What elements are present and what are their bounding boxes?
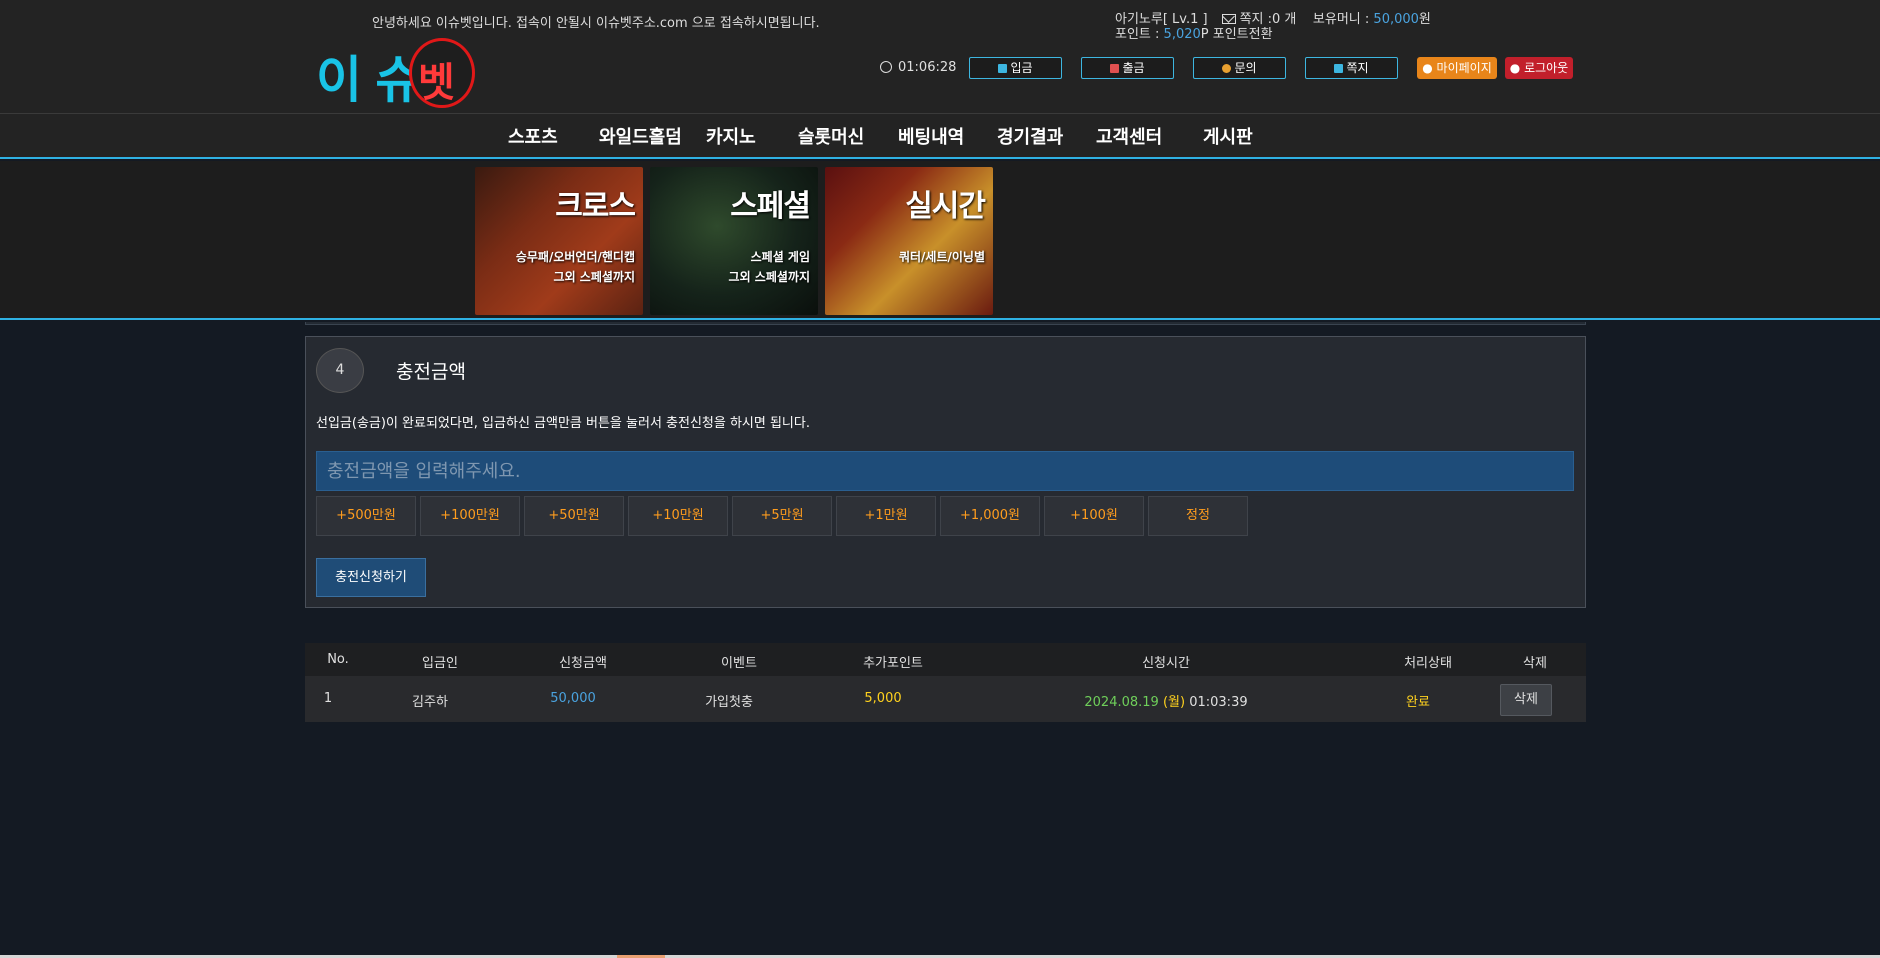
logout-button-label: 로그아웃 — [1524, 61, 1569, 75]
nav-results[interactable]: 경기결과 — [997, 123, 1063, 149]
logo-circle-text: 벳 — [418, 60, 455, 106]
memo-button-label: 쪽지 — [1346, 61, 1369, 75]
amount-button-5m[interactable]: +500만원 — [316, 496, 416, 536]
charge-panel: 4 충전금액 선입금(송금)이 완료되었다면, 입금하신 금액만큼 버튼을 눌러… — [305, 336, 1586, 608]
cell-request-time: 2024.08.19 (월) 01:03:39 — [1084, 691, 1247, 710]
cell-time: 01:03:39 — [1189, 695, 1248, 710]
deposit-button-label: 입금 — [1010, 61, 1033, 75]
banner-area: 크로스 승무패/오버언더/핸디캡 그외 스페셜까지 스페셜 스페셜 게임 그외 스페… — [0, 161, 1880, 320]
clock-icon — [880, 61, 892, 73]
step-number: 4 — [316, 348, 364, 393]
amount-button-100k[interactable]: +10만원 — [628, 496, 728, 536]
nav-support[interactable]: 고객센터 — [1096, 123, 1162, 149]
memo-button[interactable]: 쪽지 — [1305, 57, 1398, 79]
site-logo[interactable]: 이 슈 벳 — [316, 36, 476, 109]
col-delete: 삭제 — [1523, 656, 1547, 671]
nav-sports[interactable]: 스포츠 — [508, 123, 558, 149]
top-header: 안녕하세요 이슈벳입니다. 접속이 안될시 이슈벳주소.com 으로 접속하시면… — [0, 0, 1880, 114]
money-label: 보유머니 : — [1312, 12, 1370, 27]
cell-depositor: 김주하 — [412, 695, 448, 710]
col-depositor: 입금인 — [422, 656, 458, 671]
section-divider — [305, 322, 1586, 325]
cell-amount: 50,000 — [550, 691, 596, 706]
nav-wild-holdem[interactable]: 와일드홀덤 — [599, 123, 682, 149]
cell-date: 2024.08.19 — [1084, 695, 1159, 710]
col-bonus: 추가포인트 — [863, 656, 923, 671]
clock-time: 01:06:28 — [898, 60, 957, 75]
main-nav: 스포츠 와일드홀덤 카지노 슬롯머신 베팅내역 경기결과 고객센터 게시판 — [0, 114, 1880, 159]
memo-count[interactable]: 쪽지 :0 개 — [1240, 12, 1297, 27]
banner-cross[interactable]: 크로스 승무패/오버언더/핸디캡 그외 스페셜까지 — [475, 167, 643, 315]
cell-bonus: 5,000 — [864, 691, 902, 706]
money-value: 50,000 — [1373, 12, 1419, 27]
server-clock: 01:06:28 — [880, 60, 956, 75]
logo-text: 이 슈 — [316, 51, 421, 109]
cell-weekday: (월) — [1162, 695, 1186, 710]
inquiry-button[interactable]: 문의 — [1193, 57, 1286, 79]
user-info: 아기노루[ Lv.1 ] 쪽지 :0 개 보유머니 : 50,000원 포인트 :… — [1115, 12, 1431, 42]
charge-history-table: No. 입금인 신청금액 이벤트 추가포인트 신청시간 처리상태 삭제 1 김주… — [305, 643, 1586, 722]
point-label: 포인트 : — [1115, 27, 1160, 42]
panel-title: 충전금액 — [396, 361, 466, 383]
banner-special[interactable]: 스페셜 스페셜 게임 그외 스페셜까지 — [650, 167, 818, 315]
banner-live[interactable]: 실시간 쿼터/세트/이닝별 — [825, 167, 993, 315]
logout-button[interactable]: ● 로그아웃 — [1505, 57, 1573, 79]
point-value: 5,020 — [1163, 27, 1201, 42]
nav-bet-history[interactable]: 베팅내역 — [898, 123, 964, 149]
mypage-button[interactable]: ● 마이페이지 — [1417, 57, 1497, 79]
logo-circle: 벳 — [409, 38, 475, 108]
deposit-button[interactable]: 입금 — [969, 57, 1062, 79]
banner-cross-title: 크로스 — [555, 189, 636, 224]
amount-button-1000[interactable]: +1,000원 — [940, 496, 1040, 536]
point-convert-link[interactable]: P 포인트전환 — [1201, 27, 1273, 42]
col-no: No. — [327, 652, 349, 667]
table-row: 1 김주하 50,000 가입첫충 5,000 2024.08.19 (월) 0… — [305, 676, 1586, 722]
amount-button-1m[interactable]: +100만원 — [420, 496, 520, 536]
charge-amount-input[interactable] — [316, 451, 1574, 491]
col-event: 이벤트 — [721, 656, 757, 671]
chat-bubble-icon — [1222, 64, 1232, 73]
cell-no: 1 — [323, 691, 333, 706]
site-notice: 안녕하세요 이슈벳입니다. 접속이 안될시 이슈벳주소.com 으로 접속하시면… — [372, 16, 820, 31]
user-name-level[interactable]: 아기노루[ Lv.1 ] — [1115, 12, 1208, 27]
amount-button-50k[interactable]: +5만원 — [732, 496, 832, 536]
plus-square-icon — [998, 64, 1008, 73]
withdraw-button[interactable]: 출금 — [1081, 57, 1174, 79]
user-icon: ● — [1509, 61, 1521, 75]
panel-description: 선입금(송금)이 완료되었다면, 입금하신 금액만큼 버튼을 눌러서 충전신청을… — [316, 416, 810, 431]
mypage-button-label: 마이페이지 — [1436, 61, 1492, 75]
banner-live-title: 실시간 — [905, 189, 986, 224]
nav-board[interactable]: 게시판 — [1203, 123, 1253, 149]
banner-special-sub: 스페셜 게임 그외 스페셜까지 — [728, 250, 810, 284]
money-unit: 원 — [1418, 12, 1431, 27]
amount-button-10k[interactable]: +1만원 — [836, 496, 936, 536]
table-header: No. 입금인 신청금액 이벤트 추가포인트 신청시간 처리상태 삭제 — [305, 643, 1586, 676]
cell-status: 완료 — [1406, 695, 1430, 710]
banner-cross-sub: 승무패/오버언더/핸디캡 그외 스페셜까지 — [515, 250, 635, 284]
col-request-time: 신청시간 — [1142, 656, 1190, 671]
amount-button-100[interactable]: +100원 — [1044, 496, 1144, 536]
banner-special-title: 스페셜 — [730, 189, 811, 224]
delete-row-button[interactable]: 삭제 — [1500, 684, 1552, 716]
withdraw-button-label: 출금 — [1122, 61, 1145, 75]
envelope-icon — [1221, 14, 1236, 24]
envelope-icon — [1334, 64, 1344, 73]
nav-slot[interactable]: 슬롯머신 — [798, 123, 864, 149]
inquiry-button-label: 문의 — [1234, 61, 1257, 75]
cell-event: 가입첫충 — [705, 695, 753, 710]
amount-reset-button[interactable]: 정정 — [1148, 496, 1248, 536]
amount-button-500k[interactable]: +50만원 — [524, 496, 624, 536]
col-status: 처리상태 — [1404, 656, 1452, 671]
nav-casino[interactable]: 카지노 — [706, 123, 756, 149]
banner-live-sub: 쿼터/세트/이닝별 — [898, 250, 985, 264]
charge-submit-button[interactable]: 충전신청하기 — [316, 558, 426, 597]
col-amount: 신청금액 — [559, 656, 607, 671]
user-icon: ● — [1422, 61, 1433, 75]
minus-square-icon — [1110, 64, 1120, 73]
